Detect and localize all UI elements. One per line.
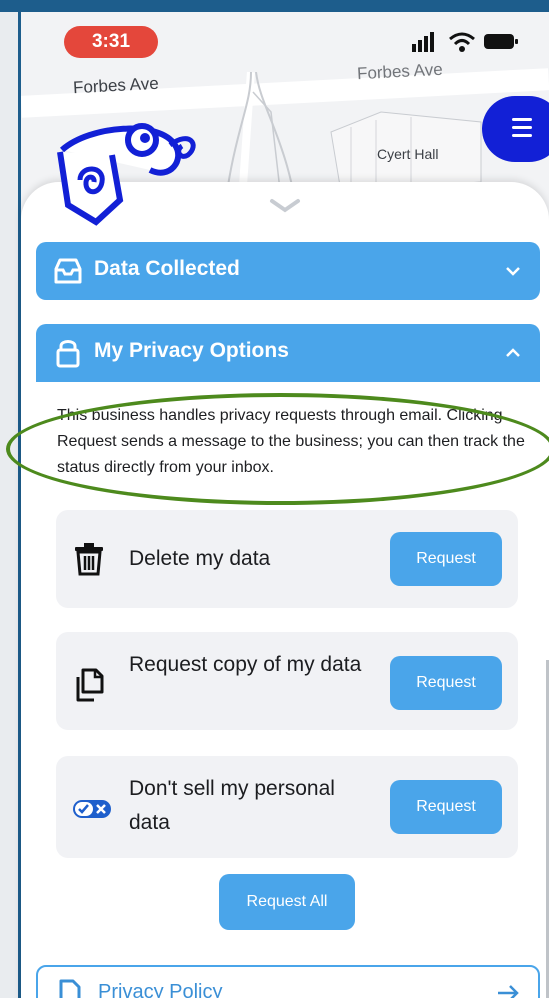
wifi-icon bbox=[449, 32, 475, 52]
option-card-delete: Delete my data Request bbox=[56, 510, 518, 608]
building-label: Cyert Hall bbox=[377, 146, 439, 162]
window-top-border bbox=[0, 0, 549, 12]
battery-icon bbox=[484, 34, 518, 49]
menu-icon-bar bbox=[512, 118, 532, 121]
data-collected-accordion[interactable]: Data Collected bbox=[36, 242, 540, 300]
status-time: 3:31 bbox=[64, 26, 158, 58]
request-delete-button[interactable]: Request bbox=[390, 532, 502, 586]
privacy-policy-link[interactable]: Privacy Policy bbox=[36, 965, 540, 998]
option-card-copy: Request copy of my data Request bbox=[56, 632, 518, 730]
inbox-tray-icon bbox=[54, 258, 82, 284]
option-card-do-not-sell: Don't sell my personal data Request bbox=[56, 756, 518, 858]
request-all-button[interactable]: Request All bbox=[219, 874, 355, 930]
lock-icon bbox=[56, 340, 80, 368]
trash-icon bbox=[75, 543, 103, 576]
highlight-oval bbox=[6, 393, 549, 505]
request-do-not-sell-button[interactable]: Request bbox=[390, 780, 502, 834]
chevron-up-icon bbox=[506, 348, 520, 357]
data-collected-label: Data Collected bbox=[94, 257, 240, 280]
option-label: Request copy of my data bbox=[129, 653, 362, 676]
privacy-policy-label: Privacy Policy bbox=[98, 981, 223, 998]
opt-out-toggle-icon bbox=[73, 800, 111, 818]
arrow-right-icon bbox=[498, 985, 519, 998]
chameleon-logo bbox=[57, 123, 196, 226]
privacy-options-accordion[interactable]: My Privacy Options bbox=[36, 324, 540, 382]
request-copy-button[interactable]: Request bbox=[390, 656, 502, 710]
menu-icon-bar bbox=[512, 126, 532, 129]
option-label: Don't sell my personal data bbox=[129, 777, 335, 834]
document-icon bbox=[59, 979, 81, 998]
menu-icon-bar bbox=[512, 134, 532, 137]
option-label: Delete my data bbox=[129, 547, 271, 570]
sheet-handle-chevron-icon[interactable] bbox=[268, 197, 302, 215]
privacy-options-label: My Privacy Options bbox=[94, 339, 289, 362]
chevron-down-icon bbox=[506, 267, 520, 276]
signal-icon bbox=[412, 32, 434, 52]
phone-screen: Forbes Ave Forbes Ave Cyert Hall 3:31 Da… bbox=[0, 0, 549, 998]
window-edge bbox=[0, 0, 20, 998]
menu-button[interactable] bbox=[482, 96, 549, 162]
status-icons bbox=[412, 32, 518, 52]
copy-document-icon bbox=[76, 668, 104, 702]
